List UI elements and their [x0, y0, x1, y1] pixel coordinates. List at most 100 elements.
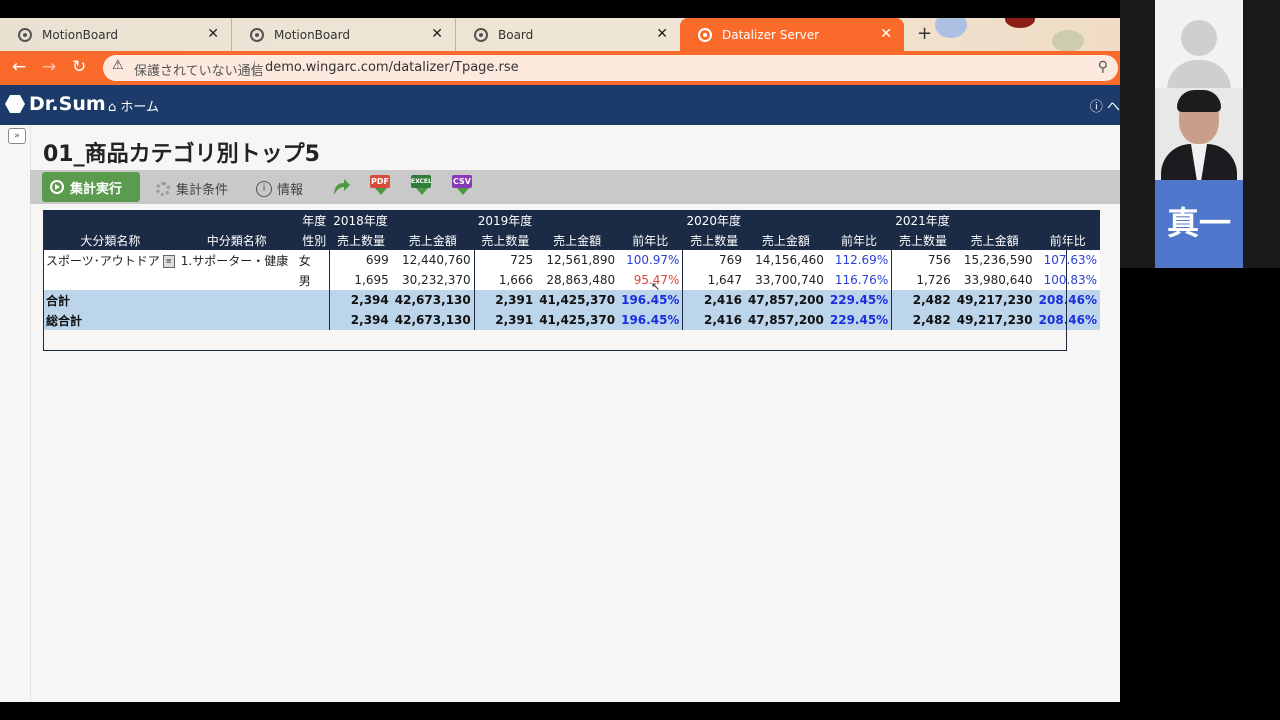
- qty-cell[interactable]: 1,647: [682, 270, 745, 290]
- subtotal-row[interactable]: 合計 2,394 42,673,130 2,391 41,425,370 196…: [43, 290, 1100, 310]
- pdf-export-button[interactable]: PDF: [370, 175, 392, 197]
- qty-cell[interactable]: 2,416: [682, 290, 745, 310]
- participant-camera[interactable]: [1155, 88, 1243, 180]
- yoy-cell[interactable]: 116.76%: [826, 270, 892, 290]
- new-tab-button[interactable]: +: [917, 23, 932, 44]
- run-label: 集計実行: [70, 181, 123, 197]
- middle-category-cell[interactable]: 1.サポーター・健康: [177, 250, 296, 270]
- amount-cell[interactable]: 28,863,480: [536, 270, 619, 290]
- run-aggregation-button[interactable]: 集計実行: [42, 172, 140, 202]
- excel-icon: EXCEL: [411, 175, 432, 188]
- header-cell: [177, 210, 296, 230]
- qty-cell[interactable]: 2,482: [891, 290, 954, 310]
- close-icon[interactable]: ✕: [880, 26, 892, 42]
- expand-panel-icon[interactable]: »: [8, 128, 26, 144]
- amount-cell[interactable]: 41,425,370: [536, 310, 619, 330]
- yoy-cell[interactable]: 100.83%: [1035, 270, 1100, 290]
- qty-cell[interactable]: 2,394: [329, 290, 392, 310]
- qty-cell[interactable]: 769: [682, 250, 745, 270]
- yoy-cell[interactable]: 196.45%: [618, 310, 683, 330]
- qty-cell[interactable]: 1,726: [891, 270, 954, 290]
- middle-category-cell[interactable]: [177, 270, 296, 290]
- participant-name-tile[interactable]: 真一: [1155, 180, 1243, 268]
- qty-cell[interactable]: 2,394: [329, 310, 392, 330]
- qty-cell[interactable]: 1,666: [473, 270, 537, 290]
- yoy-cell[interactable]: 208.46%: [1035, 290, 1100, 310]
- drsum-logo-icon: [5, 95, 25, 113]
- help-link[interactable]: ⓘ ヘ: [1090, 96, 1120, 115]
- table-row[interactable]: スポーツ･アウトドア ≡ 1.サポーター・健康 女 699 12,440,760 …: [43, 250, 1100, 270]
- info-button[interactable]: i 情報: [256, 179, 303, 198]
- yoy-cell[interactable]: 229.45%: [826, 310, 892, 330]
- qty-cell[interactable]: 2,416: [682, 310, 745, 330]
- qty-cell[interactable]: 2,482: [891, 310, 954, 330]
- address-bar: ← → ↻ ⚠ 保護されていない通信 demo.wingarc.com/data…: [0, 51, 1120, 85]
- amount-cell[interactable]: 42,673,130: [391, 310, 475, 330]
- yoy-cell[interactable]: 229.45%: [826, 290, 892, 310]
- yoy-cell[interactable]: 107.63%: [1035, 250, 1100, 270]
- amount-cell[interactable]: 30,232,370: [391, 270, 475, 290]
- amount-cell[interactable]: 49,217,230: [953, 310, 1036, 330]
- memo-icon[interactable]: ≡: [162, 254, 175, 268]
- year-header-2020: 2020年度: [682, 210, 892, 230]
- curved-arrow-icon: [334, 179, 350, 195]
- amount-cell[interactable]: 15,236,590: [953, 250, 1036, 270]
- conditions-button[interactable]: 集計条件: [156, 179, 228, 198]
- tab-datalizer-server[interactable]: Datalizer Server ✕: [680, 18, 904, 51]
- excel-export-button[interactable]: EXCEL: [411, 175, 433, 197]
- col-amount: 売上金額: [536, 230, 619, 250]
- gender-cell[interactable]: 男: [295, 270, 330, 290]
- back-arrow-icon[interactable]: ←: [12, 57, 26, 77]
- yoy-cell[interactable]: 112.69%: [826, 250, 892, 270]
- qty-cell[interactable]: 699: [329, 250, 392, 270]
- yoy-cell[interactable]: 100.97%: [618, 250, 683, 270]
- amount-cell[interactable]: 47,857,200: [744, 290, 827, 310]
- amount-cell[interactable]: 33,700,740: [744, 270, 827, 290]
- amount-cell[interactable]: 33,980,640: [953, 270, 1036, 290]
- col-qty: 売上数量: [891, 230, 954, 250]
- qty-cell[interactable]: 725: [473, 250, 537, 270]
- help-icon: ⓘ: [1089, 100, 1103, 115]
- amount-cell[interactable]: 42,673,130: [391, 290, 475, 310]
- close-icon[interactable]: ✕: [656, 26, 668, 42]
- forward-arrow-icon[interactable]: →: [42, 57, 56, 77]
- avatar-head-icon: [1181, 20, 1217, 56]
- reload-icon[interactable]: ↻: [72, 57, 86, 77]
- qty-cell[interactable]: 2,391: [473, 290, 537, 310]
- csv-export-button[interactable]: CSV: [452, 175, 474, 197]
- year-label: 年度: [295, 210, 330, 230]
- major-category-cell[interactable]: スポーツ･アウトドア ≡: [43, 250, 178, 270]
- participant-avatar[interactable]: [1155, 0, 1243, 90]
- grandtotal-row[interactable]: 総合計 2,394 42,673,130 2,391 41,425,370 19…: [43, 310, 1100, 330]
- home-link[interactable]: ⌂ ホーム: [108, 96, 159, 115]
- export-arrow-icon[interactable]: [330, 175, 352, 197]
- motionboard-icon: [474, 27, 488, 42]
- warning-icon[interactable]: ⚠: [112, 58, 124, 73]
- close-icon[interactable]: ✕: [431, 26, 443, 42]
- tab-motionboard-2[interactable]: MotionBoard ✕: [232, 18, 456, 51]
- table-row[interactable]: 男 1,695 30,232,370 1,666 28,863,480 95.4…: [43, 270, 1100, 290]
- tab-board[interactable]: Board ✕: [456, 18, 680, 51]
- amount-cell[interactable]: 12,440,760: [391, 250, 475, 270]
- url-omnibox[interactable]: ⚠ 保護されていない通信 demo.wingarc.com/datalizer/…: [103, 55, 1118, 81]
- close-icon[interactable]: ✕: [207, 26, 219, 42]
- datalizer-icon: [698, 27, 712, 42]
- zoom-icon[interactable]: ⚲: [1098, 59, 1108, 75]
- col-yoy: 前年比: [826, 230, 892, 250]
- yoy-cell[interactable]: 208.46%: [1035, 310, 1100, 330]
- amount-cell[interactable]: 41,425,370: [536, 290, 619, 310]
- url-text[interactable]: demo.wingarc.com/datalizer/Tpage.rse: [265, 60, 519, 75]
- tab-motionboard-1[interactable]: MotionBoard ✕: [0, 18, 232, 51]
- amount-cell[interactable]: 47,857,200: [744, 310, 827, 330]
- amount-cell[interactable]: 12,561,890: [536, 250, 619, 270]
- qty-cell[interactable]: 2,391: [473, 310, 537, 330]
- drsum-logo[interactable]: Dr.Sum: [5, 93, 106, 115]
- qty-cell[interactable]: 1,695: [329, 270, 392, 290]
- not-secure-label[interactable]: 保護されていない通信: [134, 60, 264, 79]
- gender-cell[interactable]: 女: [295, 250, 330, 270]
- amount-cell[interactable]: 14,156,460: [744, 250, 827, 270]
- amount-cell[interactable]: 49,217,230: [953, 290, 1036, 310]
- qty-cell[interactable]: 756: [891, 250, 954, 270]
- major-category-cell[interactable]: [43, 270, 178, 290]
- yoy-cell[interactable]: 196.45%: [618, 290, 683, 310]
